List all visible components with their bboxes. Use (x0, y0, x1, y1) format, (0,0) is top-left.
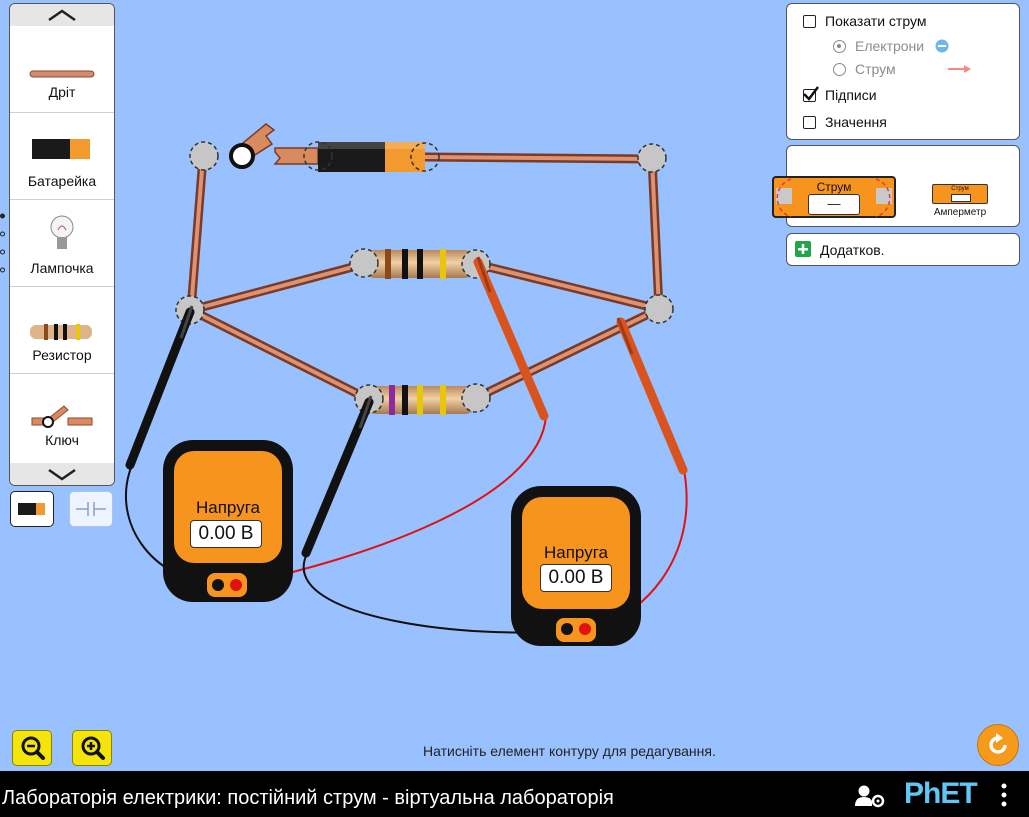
toolbox-item-label: Лампочка (30, 260, 94, 276)
toolbox-item-label: Дріт (48, 84, 76, 100)
reset-all-button[interactable] (977, 724, 1019, 766)
resistor-icon (30, 324, 92, 340)
lightbulb-icon (50, 215, 74, 249)
show-current-checkbox[interactable]: Показати струм (803, 13, 926, 29)
toolbox-item-resistor[interactable]: Резистор (10, 287, 114, 374)
advanced-panel[interactable]: Додатков. (786, 233, 1020, 266)
regular-battery-button[interactable] (10, 491, 54, 527)
voltmeter-1-readout: 0.00 В (190, 520, 262, 548)
wire-icon (29, 70, 95, 78)
sim-title: Лабораторія електрики: постійний струм -… (2, 787, 614, 809)
radio-button[interactable] (833, 62, 846, 76)
reset-icon (989, 733, 1007, 754)
ammeter-icon-label: Струм (951, 186, 969, 192)
switch[interactable] (229, 123, 319, 169)
toolbox-item-battery[interactable]: Батарейка (10, 113, 114, 200)
capacitor-symbol-icon (76, 502, 106, 516)
plus-expand-icon[interactable] (795, 241, 811, 257)
electron-icon (935, 39, 949, 53)
voltmeter-2-readout: 0.00 В (540, 564, 612, 592)
chevron-up-icon (48, 9, 76, 22)
checkbox-box[interactable] (803, 14, 816, 28)
electrons-radio[interactable]: Електрони (833, 38, 949, 54)
checkbox-box[interactable] (803, 115, 816, 129)
checkbox-box[interactable] (803, 85, 819, 102)
ammeter-icon-screen (951, 194, 971, 202)
toolbox-page-dots[interactable] (0, 212, 5, 274)
edit-hint-text: Натисніть елемент контуру для редагуванн… (423, 743, 716, 759)
page-dots-icon (0, 213, 5, 273)
zoom-out-icon (21, 736, 45, 760)
advanced-label: Додатков. (820, 242, 885, 258)
zoom-out-button[interactable] (12, 730, 52, 766)
arrow-right-icon (947, 65, 971, 73)
toolbox-item-label: Резистор (32, 347, 92, 363)
toolbox-scroll-up-button[interactable] (10, 4, 114, 26)
ammeter-left-junction-marker (776, 178, 792, 218)
ammeter-readout: — (808, 194, 860, 215)
phet-logo[interactable]: PhET (904, 777, 978, 811)
component-toolbox: Дріт Батарейка Лампочка Резистор Ключ (9, 3, 115, 486)
ammeter-toolbox-label: Амперметр (933, 207, 987, 218)
zoom-in-button[interactable] (72, 730, 112, 766)
chevron-down-icon (48, 468, 76, 481)
keyboard-help-icon[interactable] (854, 784, 886, 808)
battery-icon (32, 139, 90, 159)
toolbox-scroll-down-button[interactable] (10, 463, 114, 485)
radio-button[interactable] (833, 39, 846, 53)
navigation-bar: Лабораторія електрики: постійний струм -… (0, 771, 1029, 817)
ammeter-toolbox-icon[interactable]: Струм (932, 184, 988, 204)
high-voltage-battery-button[interactable] (69, 491, 113, 527)
values-checkbox[interactable]: Значення (803, 114, 887, 130)
menu-dots-icon[interactable] (999, 782, 1009, 808)
black-probe-2[interactable] (301, 395, 374, 558)
black-probe-1[interactable] (125, 305, 195, 470)
toolbox-item-lightbulb[interactable]: Лампочка (10, 200, 114, 287)
toolbox-item-wire[interactable]: Дріт (10, 26, 114, 113)
battery[interactable] (318, 142, 425, 172)
battery-icon (18, 503, 45, 515)
conventional-current-radio[interactable]: Струм (833, 61, 972, 77)
labels-checkbox[interactable]: Підписи (803, 85, 877, 103)
resistor-top[interactable] (363, 249, 476, 279)
toolbox-item-switch[interactable]: Ключ (10, 374, 114, 460)
zoom-in-icon (81, 736, 105, 760)
switch-icon (31, 405, 93, 428)
red-probe-2[interactable] (616, 317, 688, 475)
view-options-panel: Показати струм Електрони Струм Підписи З… (786, 3, 1020, 140)
toolbox-item-label: Ключ (45, 432, 79, 448)
toolbox-item-label: Батарейка (27, 173, 97, 189)
ammeter-right-junction-marker (875, 178, 891, 218)
wires[interactable] (186, 152, 664, 405)
voltmeter-1-label: Напруга (196, 498, 260, 517)
voltmeter-2-label: Напруга (544, 543, 608, 562)
checkmark-icon (803, 85, 819, 101)
